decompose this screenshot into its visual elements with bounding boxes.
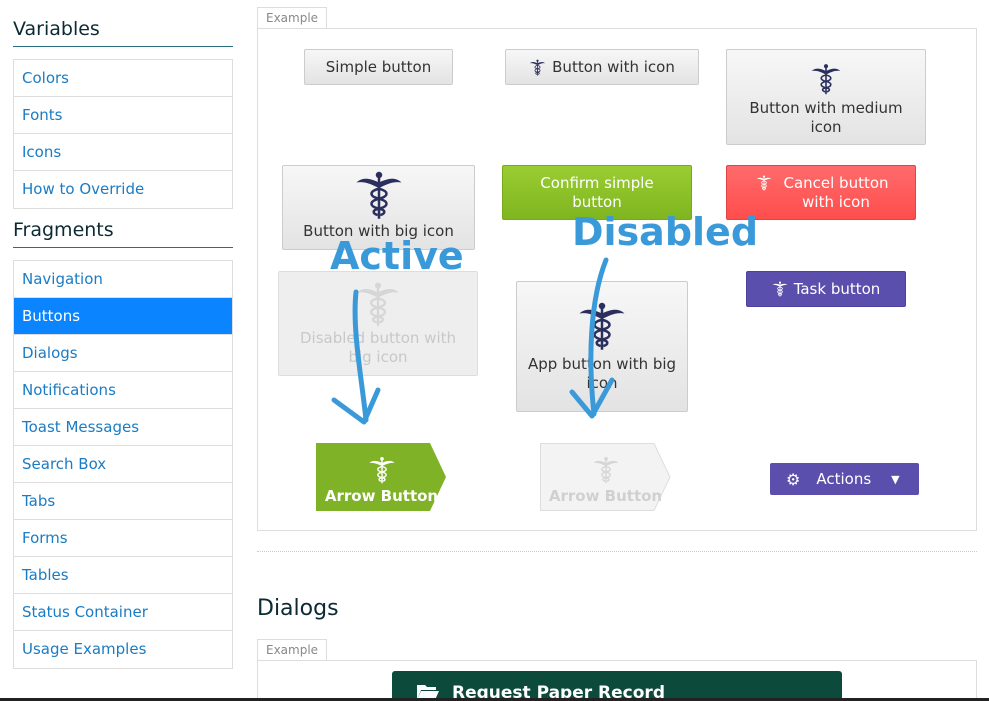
nav-item-forms[interactable]: Forms: [14, 520, 232, 557]
caduceus-icon: [577, 301, 627, 351]
nav-item-dialogs[interactable]: Dialogs: [14, 335, 232, 372]
arrow-button-disabled[interactable]: Arrow Button: [540, 443, 671, 511]
nav-item-buttons[interactable]: Buttons: [14, 298, 232, 335]
nav-item-fonts[interactable]: Fonts: [14, 97, 232, 134]
nav-item-tables[interactable]: Tables: [14, 557, 232, 594]
nav-item-search-box[interactable]: Search Box: [14, 446, 232, 483]
caduceus-icon: [592, 456, 620, 484]
task-button-label: Task button: [793, 279, 881, 298]
actions-dropdown-button[interactable]: ⚙ Actions ▼: [770, 463, 919, 495]
caduceus-icon: [810, 63, 842, 95]
app-button-with-big-icon[interactable]: App button with big icon: [516, 281, 688, 412]
section-divider: [257, 551, 977, 552]
variables-section-title: Variables: [13, 18, 233, 47]
disabled-button-with-big-icon[interactable]: Disabled button with big icon: [278, 271, 478, 376]
nav-item-colors[interactable]: Colors: [14, 60, 232, 97]
button-with-medium-icon-label: Button with medium icon: [749, 99, 903, 136]
caduceus-icon: [529, 59, 546, 76]
caduceus-icon: [355, 281, 401, 327]
task-button[interactable]: Task button: [746, 271, 906, 307]
example-tab[interactable]: Example: [257, 7, 328, 29]
variables-nav: Colors Fonts Icons How to Override: [13, 59, 233, 209]
nav-item-how-to-override[interactable]: How to Override: [14, 171, 232, 208]
gear-icon: ⚙: [786, 469, 801, 489]
arrow-button-disabled-label: Arrow Button: [548, 487, 663, 505]
dialogs-heading: Dialogs: [257, 596, 339, 621]
button-with-icon[interactable]: Button with icon: [505, 49, 699, 85]
chevron-down-icon: ▼: [891, 472, 900, 486]
caduceus-icon: [354, 170, 404, 220]
nav-item-usage-examples[interactable]: Usage Examples: [14, 631, 232, 668]
arrow-button-active[interactable]: Arrow Button: [316, 443, 447, 511]
simple-button-label: Simple button: [325, 57, 432, 76]
nav-item-status-container[interactable]: Status Container: [14, 594, 232, 631]
actions-label: Actions: [816, 470, 872, 488]
dialog-header: Request Paper Record: [392, 671, 842, 701]
fragments-section-title: Fragments: [13, 219, 233, 248]
dialogs-example-tab[interactable]: Example: [257, 639, 328, 661]
caduceus-icon: [772, 281, 788, 297]
nav-item-navigation[interactable]: Navigation: [14, 261, 232, 298]
nav-item-icons[interactable]: Icons: [14, 134, 232, 171]
annotation-active: Active: [330, 234, 464, 278]
caduceus-icon: [756, 175, 772, 191]
nav-item-notifications[interactable]: Notifications: [14, 372, 232, 409]
annotation-disabled: Disabled: [572, 210, 759, 254]
disabled-button-label: Disabled button with big icon: [300, 328, 456, 366]
cancel-button-label: Cancel button with icon: [783, 173, 889, 211]
app-button-label: App button with big icon: [527, 354, 677, 392]
nav-item-toast-messages[interactable]: Toast Messages: [14, 409, 232, 446]
nav-item-tabs[interactable]: Tabs: [14, 483, 232, 520]
arrow-button-active-label: Arrow Button: [324, 487, 439, 505]
button-with-medium-icon[interactable]: Button with medium icon: [726, 49, 926, 145]
button-with-icon-label: Button with icon: [552, 57, 675, 76]
caduceus-icon: [368, 456, 396, 484]
fragments-nav: Navigation Buttons Dialogs Notifications…: [13, 260, 233, 669]
confirm-simple-button-label: Confirm simple button: [540, 173, 654, 211]
simple-button[interactable]: Simple button: [304, 49, 453, 85]
